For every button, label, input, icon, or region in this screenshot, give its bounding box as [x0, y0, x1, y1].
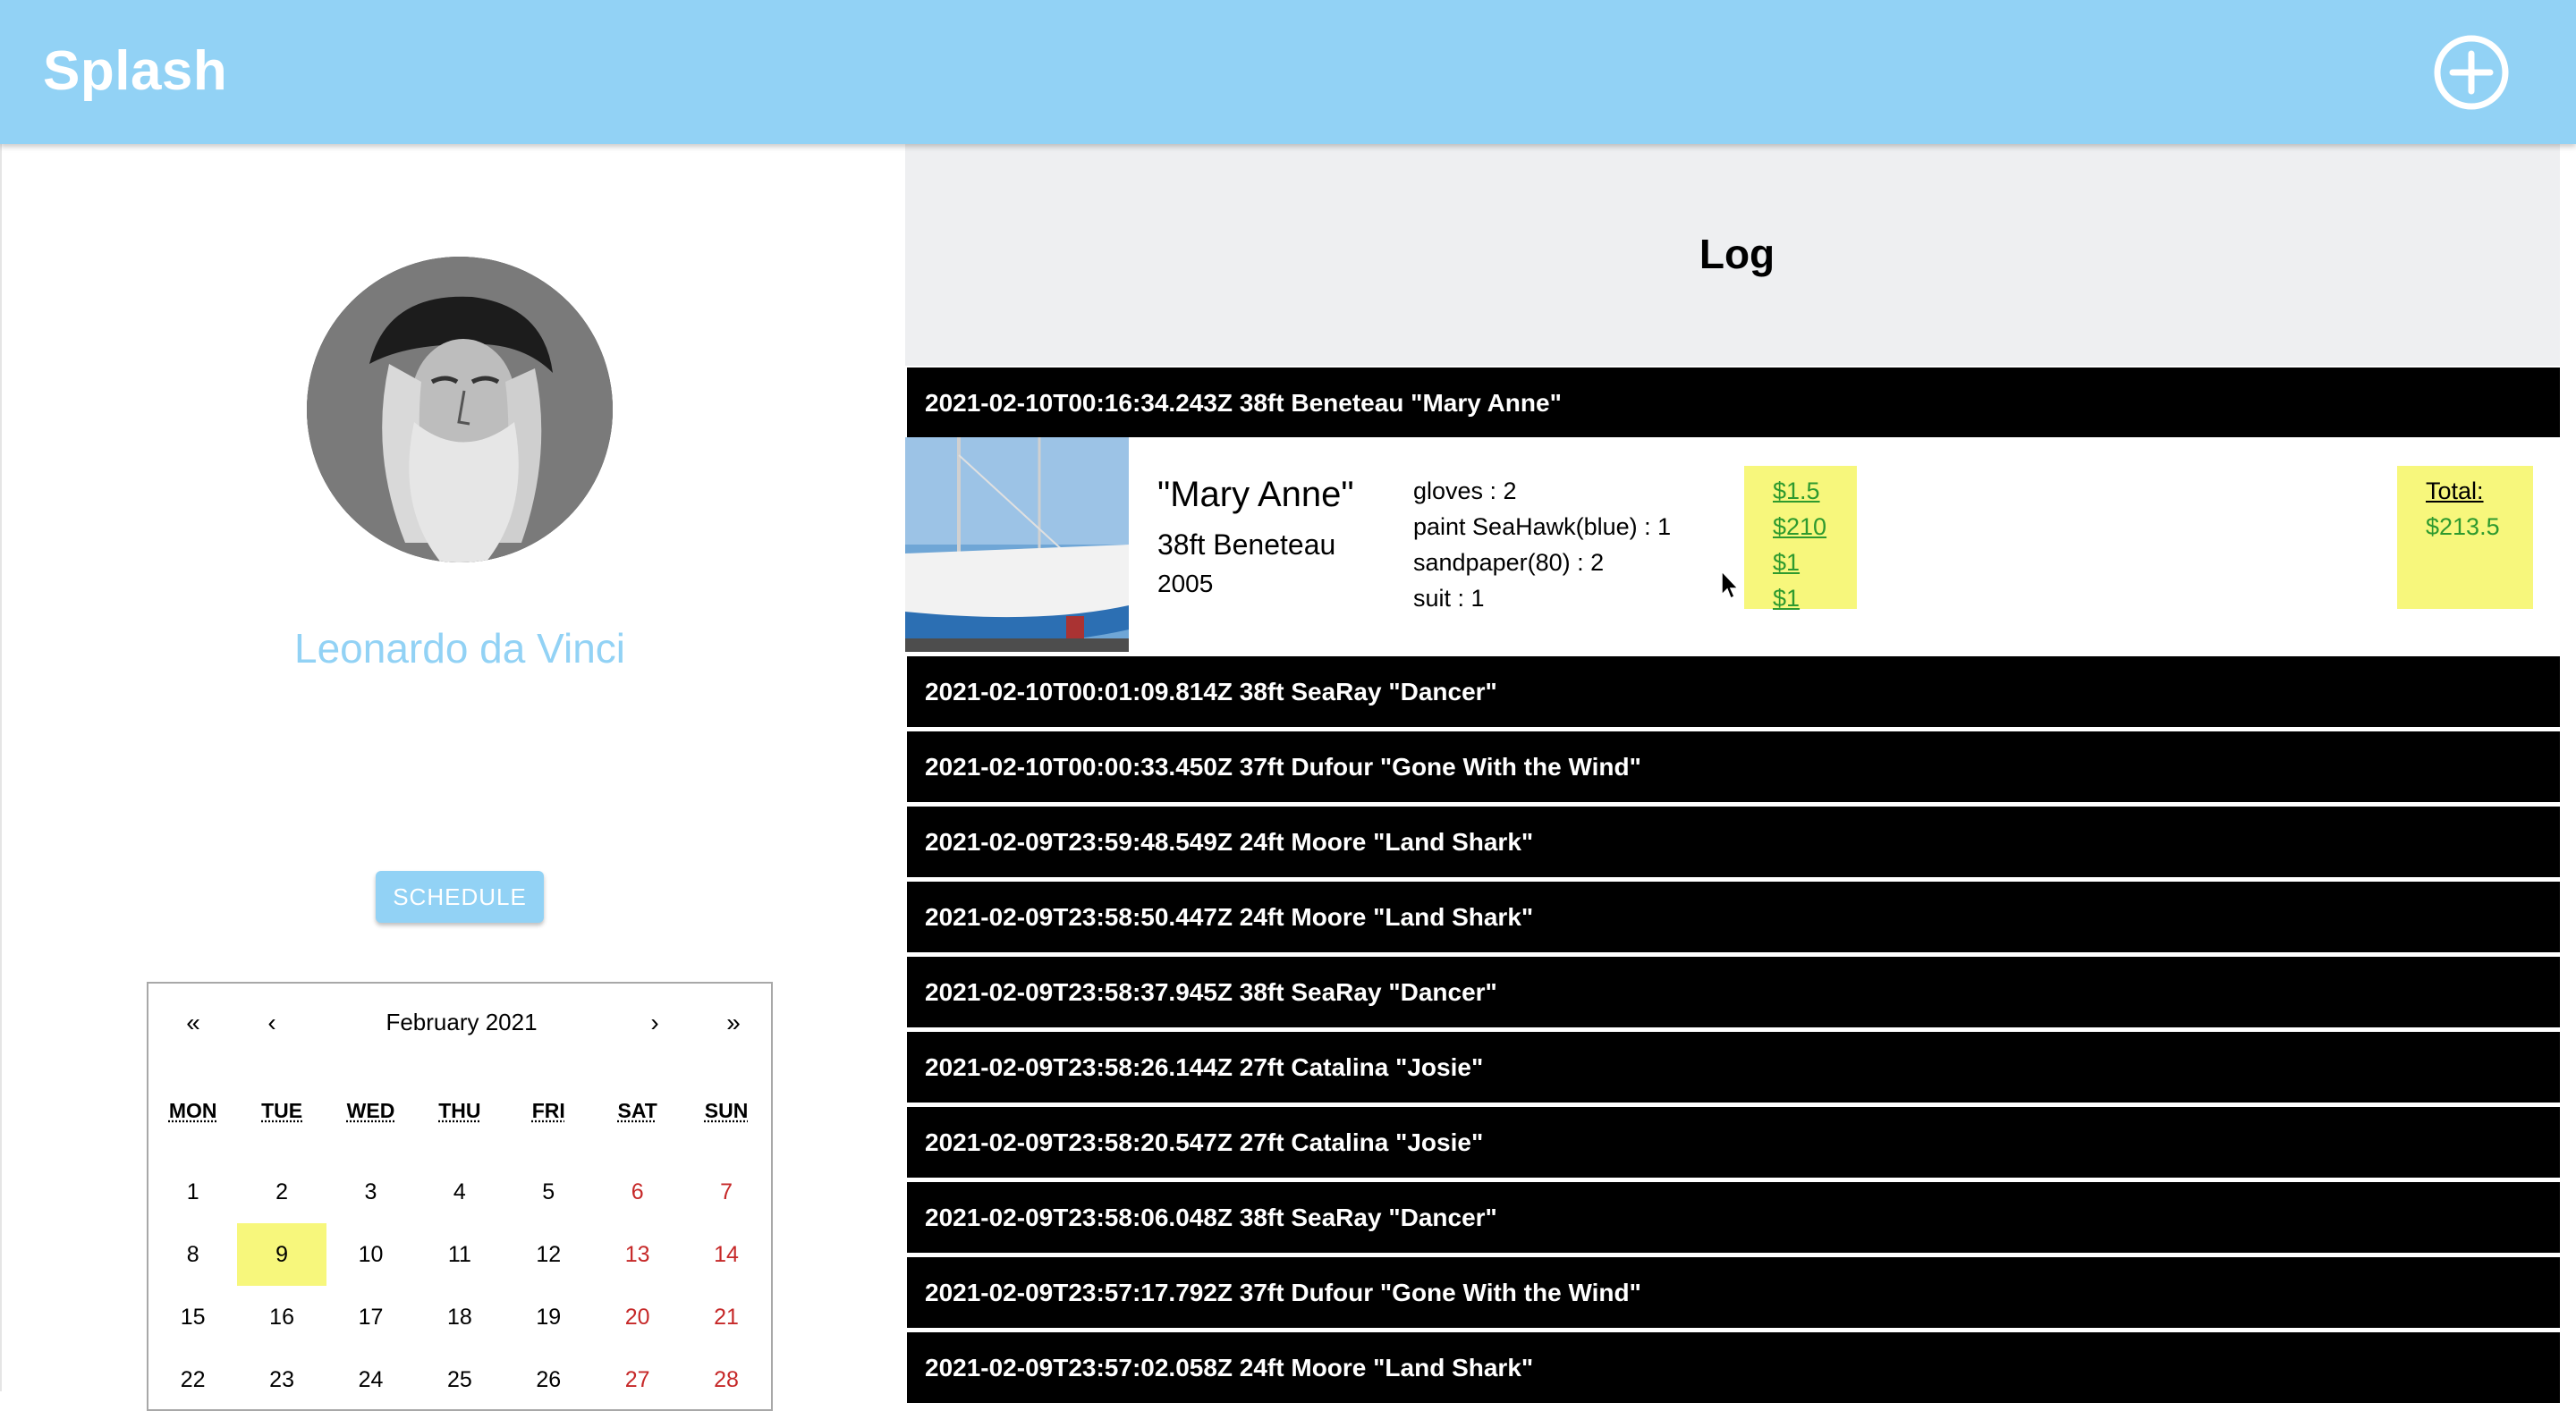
calendar-day[interactable]: 27: [593, 1348, 682, 1411]
avatar: [307, 257, 613, 562]
calendar-grid: MON TUE WED THU FRI SAT SUN 1 2 3 4 5 6 …: [148, 1098, 771, 1411]
boat-model: 38ft Beneteau: [1157, 528, 1335, 562]
calendar-day[interactable]: 23: [237, 1348, 326, 1411]
mouse-pointer-icon: [1721, 570, 1739, 601]
app-title: Splash: [43, 39, 227, 103]
item-list: gloves : 2 paint SeaHawk(blue) : 1 sandp…: [1413, 473, 1671, 616]
total-value: $213.5: [2426, 509, 2533, 545]
boat-year: 2005: [1157, 570, 1213, 598]
total-box: Total: $213.5: [2397, 466, 2533, 609]
log-entry[interactable]: 2021-02-09T23:57:17.792Z 37ft Dufour "Go…: [907, 1257, 2560, 1328]
calendar-day[interactable]: 4: [415, 1161, 504, 1223]
log-entry[interactable]: 2021-02-09T23:57:02.058Z 24ft Moore "Lan…: [907, 1332, 2560, 1403]
log-entry[interactable]: 2021-02-09T23:58:37.945Z 38ft SeaRay "Da…: [907, 957, 2560, 1027]
schedule-button[interactable]: SCHEDULE: [376, 871, 544, 923]
calendar-day[interactable]: 3: [326, 1161, 415, 1223]
calendar-day[interactable]: 19: [504, 1286, 593, 1348]
calendar-next-year-button[interactable]: »: [707, 1009, 760, 1037]
app-bar: Splash: [0, 0, 2576, 144]
calendar-day[interactable]: 25: [415, 1348, 504, 1411]
calendar-day[interactable]: 20: [593, 1286, 682, 1348]
profile-name: Leonardo da Vinci: [0, 624, 919, 672]
log-panel: Log 2021-02-10T00:16:34.243Z 38ft Benete…: [905, 144, 2576, 1391]
calendar-day[interactable]: 13: [593, 1223, 682, 1286]
calendar-day-selected[interactable]: 9: [237, 1223, 326, 1286]
calendar-day[interactable]: 16: [237, 1286, 326, 1348]
price-link[interactable]: $210: [1773, 509, 1857, 545]
calendar-day[interactable]: 22: [148, 1348, 237, 1411]
weekday-header: SUN: [682, 1098, 770, 1161]
item-line: sandpaper(80) : 2: [1413, 545, 1671, 580]
calendar-day[interactable]: 1: [148, 1161, 237, 1223]
log-entry[interactable]: 2021-02-10T00:01:09.814Z 38ft SeaRay "Da…: [907, 656, 2560, 727]
calendar-next-month-button[interactable]: ›: [628, 1009, 682, 1037]
calendar-day[interactable]: 2: [237, 1161, 326, 1223]
log-header: Log: [905, 144, 2560, 366]
log-entry[interactable]: 2021-02-09T23:58:50.447Z 24ft Moore "Lan…: [907, 882, 2560, 952]
weekday-header: MON: [148, 1098, 237, 1161]
calendar: « ‹ February 2021 › » MON TUE WED THU FR…: [147, 982, 773, 1411]
calendar-month-label[interactable]: February 2021: [292, 1009, 631, 1036]
calendar-day[interactable]: 18: [415, 1286, 504, 1348]
price-list: $1.5 $210 $1 $1: [1744, 466, 1857, 609]
calendar-day[interactable]: 8: [148, 1223, 237, 1286]
calendar-day[interactable]: 5: [504, 1161, 593, 1223]
weekday-header: FRI: [504, 1098, 593, 1161]
price-link[interactable]: $1: [1773, 580, 1857, 616]
log-title: Log: [905, 230, 2569, 278]
calendar-day[interactable]: 28: [682, 1348, 770, 1411]
calendar-prev-month-button[interactable]: ‹: [245, 1009, 299, 1037]
calendar-day[interactable]: 17: [326, 1286, 415, 1348]
boat-name: "Mary Anne": [1157, 475, 1354, 515]
plus-circle-icon[interactable]: [2433, 34, 2510, 111]
price-link[interactable]: $1: [1773, 545, 1857, 580]
calendar-day[interactable]: 26: [504, 1348, 593, 1411]
item-line: gloves : 2: [1413, 473, 1671, 509]
weekday-header: THU: [415, 1098, 504, 1161]
boat-photo: [905, 437, 1129, 652]
log-entry[interactable]: 2021-02-10T00:00:33.450Z 37ft Dufour "Go…: [907, 731, 2560, 802]
calendar-prev-year-button[interactable]: «: [166, 1009, 220, 1037]
calendar-day[interactable]: 10: [326, 1223, 415, 1286]
item-line: paint SeaHawk(blue) : 1: [1413, 509, 1671, 545]
calendar-day[interactable]: 15: [148, 1286, 237, 1348]
log-entry-detail: "Mary Anne" 38ft Beneteau 2005 gloves : …: [905, 437, 2560, 652]
log-entry[interactable]: 2021-02-10T00:16:34.243Z 38ft Beneteau "…: [907, 368, 2560, 438]
log-entry[interactable]: 2021-02-09T23:58:06.048Z 38ft SeaRay "Da…: [907, 1182, 2560, 1253]
calendar-day[interactable]: 7: [682, 1161, 770, 1223]
calendar-day[interactable]: 24: [326, 1348, 415, 1411]
calendar-day[interactable]: 21: [682, 1286, 770, 1348]
total-label: Total:: [2426, 473, 2533, 509]
calendar-day[interactable]: 12: [504, 1223, 593, 1286]
item-line: suit : 1: [1413, 580, 1671, 616]
calendar-day[interactable]: 14: [682, 1223, 770, 1286]
weekday-header: SAT: [593, 1098, 682, 1161]
calendar-day[interactable]: 11: [415, 1223, 504, 1286]
log-entry[interactable]: 2021-02-09T23:58:26.144Z 27ft Catalina "…: [907, 1032, 2560, 1103]
log-entry[interactable]: 2021-02-09T23:58:20.547Z 27ft Catalina "…: [907, 1107, 2560, 1178]
calendar-day[interactable]: 6: [593, 1161, 682, 1223]
weekday-header: WED: [326, 1098, 415, 1161]
price-link[interactable]: $1.5: [1773, 473, 1857, 509]
weekday-header: TUE: [237, 1098, 326, 1161]
log-entry[interactable]: 2021-02-09T23:59:48.549Z 24ft Moore "Lan…: [907, 807, 2560, 877]
